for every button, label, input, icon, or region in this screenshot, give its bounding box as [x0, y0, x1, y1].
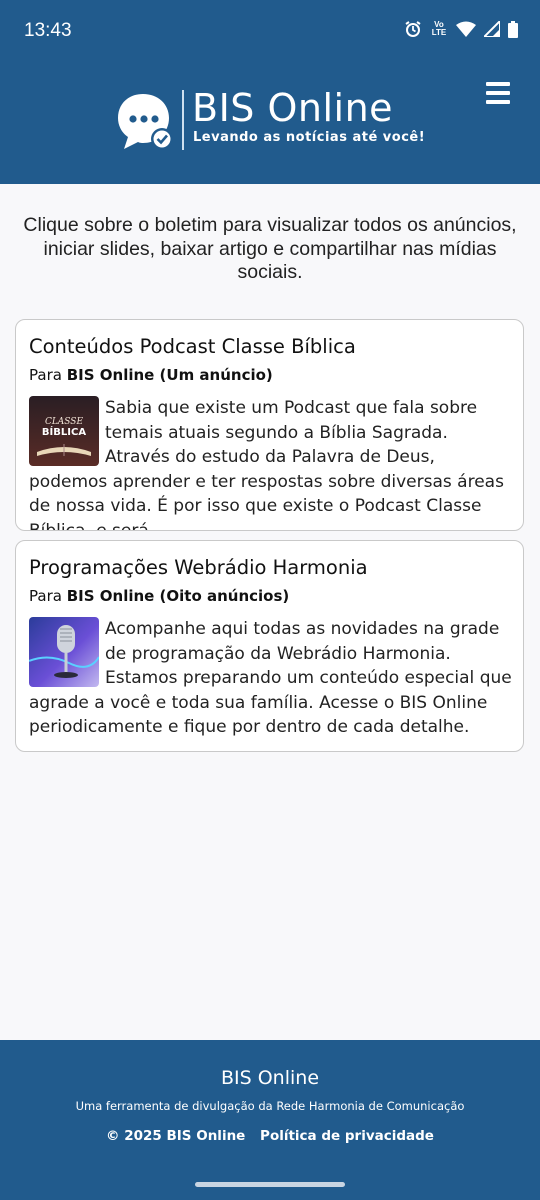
- signal-icon: [484, 21, 500, 37]
- bulletin-card[interactable]: Conteúdos Podcast Classe Bíblica Para BI…: [15, 319, 524, 531]
- status-icons: Vo LTE: [404, 20, 518, 38]
- footer-links: © 2025 BIS Online Política de privacidad…: [0, 1128, 540, 1144]
- alarm-icon: [405, 21, 421, 37]
- brand-tagline: Levando as notícias até você!: [193, 130, 426, 145]
- menu-button[interactable]: [486, 82, 510, 104]
- card-title[interactable]: Conteúdos Podcast Classe Bíblica: [29, 335, 356, 358]
- footer-copyright: © 2025 BIS Online: [106, 1128, 246, 1144]
- card-text: Acompanhe aqui todas as novidades na gra…: [29, 617, 512, 737]
- card-target: Para BIS Online (Oito anúncios): [29, 587, 290, 605]
- svg-text:CLASSE: CLASSE: [45, 417, 84, 427]
- intro-text: Clique sobre o boletim para visualizar t…: [23, 214, 517, 283]
- brand-name: BIS Online: [192, 86, 394, 130]
- app-header: BIS Online Levando as notícias até você!: [0, 60, 540, 184]
- card-text: CLASSE BÍBLICA Sabia que existe um Podca…: [29, 396, 504, 531]
- card-target: Para BIS Online (Um anúncio): [29, 366, 273, 384]
- footer-subtitle: Uma ferramenta de divulgação da Rede Har…: [75, 1099, 465, 1113]
- gesture-navigation-bar[interactable]: [195, 1182, 345, 1187]
- status-time: 13:43: [24, 20, 72, 41]
- microphone-thumbnail: [29, 617, 99, 687]
- battery-icon: [508, 20, 518, 38]
- footer-title: BIS Online: [220, 1067, 320, 1089]
- bulletin-card[interactable]: Programações Webrádio Harmonia Para BIS …: [15, 540, 524, 752]
- status-bar: 13:43 Vo LTE: [0, 0, 540, 60]
- card-title[interactable]: Programações Webrádio Harmonia: [29, 556, 368, 579]
- chat-bubble-check-icon: [118, 94, 173, 150]
- page-footer: BIS Online Uma ferramenta de divulgação …: [0, 1040, 540, 1200]
- brand-logo[interactable]: BIS Online Levando as notícias até você!: [116, 86, 436, 154]
- wifi-icon: [456, 21, 476, 37]
- podcast-thumbnail: CLASSE BÍBLICA: [29, 396, 99, 466]
- logo-divider: [182, 90, 184, 150]
- privacy-policy-link[interactable]: Política de privacidade: [260, 1128, 434, 1144]
- volte-icon: Vo LTE: [431, 20, 447, 37]
- svg-text:BÍBLICA: BÍBLICA: [42, 425, 86, 438]
